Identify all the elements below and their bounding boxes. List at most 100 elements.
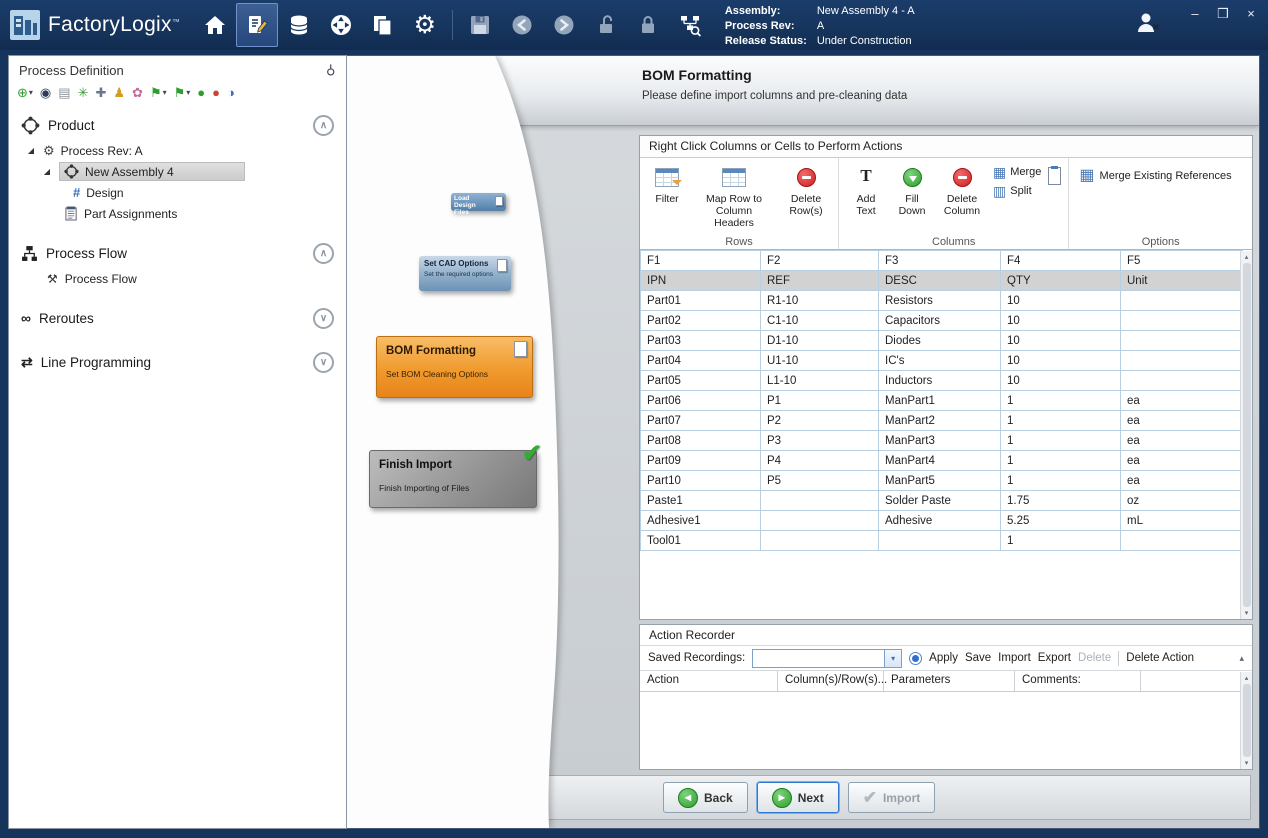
scroll-thumb[interactable] (1243, 684, 1251, 757)
materials-button[interactable] (278, 3, 320, 47)
table-cell[interactable]: ea (1121, 471, 1243, 491)
table-cell[interactable]: 1 (1001, 431, 1121, 451)
tree-section-line-programming[interactable]: ⇄ Line Programming ∨ (9, 347, 346, 377)
table-cell[interactable]: 1 (1001, 411, 1121, 431)
table-cell[interactable] (761, 491, 879, 511)
export-flag-button[interactable]: ⚑▾ (150, 86, 167, 100)
workflow-step-cad-options[interactable]: Set CAD Options Set the required options (419, 256, 511, 291)
table-cell[interactable]: 10 (1001, 351, 1121, 371)
web-link-icon[interactable]: ◉ (40, 86, 51, 100)
table-cell[interactable]: ea (1121, 391, 1243, 411)
tree-item-process-flow[interactable]: ⚒ Process Flow (9, 268, 346, 289)
scroll-thumb[interactable] (1243, 263, 1251, 607)
table-row[interactable]: Part05L1-10Inductors10 (641, 371, 1243, 391)
start-icon[interactable]: ● (197, 86, 205, 100)
filter-button[interactable]: Filter (644, 161, 690, 208)
merge-existing-references-button[interactable]: ▦ Merge Existing References (1073, 161, 1237, 191)
table-cell[interactable] (1121, 371, 1243, 391)
table-cell[interactable]: Capacitors (879, 311, 1001, 331)
table-row[interactable]: Part10P5ManPart51ea (641, 471, 1243, 491)
selected-tree-item[interactable]: New Assembly 4 (59, 162, 245, 181)
map-row-button[interactable]: Map Row to Column Headers (690, 161, 778, 232)
table-cell[interactable]: ManPart4 (879, 451, 1001, 471)
table-cell[interactable]: Inductors (879, 371, 1001, 391)
table-cell[interactable]: ManPart2 (879, 411, 1001, 431)
table-cell[interactable]: P4 (761, 451, 879, 471)
column-header[interactable]: F5 (1121, 251, 1243, 271)
table-cell[interactable]: REF (761, 271, 879, 291)
tree-item-part-assignments[interactable]: Part Assignments (9, 203, 346, 224)
table-cell[interactable]: ea (1121, 431, 1243, 451)
table-cell[interactable]: Part01 (641, 291, 761, 311)
delete-action-button[interactable]: Delete Action (1126, 652, 1194, 664)
pin-icon[interactable]: ⚲ (326, 62, 336, 78)
scroll-up-icon[interactable]: ▴ (1245, 674, 1249, 682)
table-cell[interactable]: R1-10 (761, 291, 879, 311)
table-cell[interactable]: P2 (761, 411, 879, 431)
table-cell[interactable]: P5 (761, 471, 879, 491)
record-icon[interactable]: ● (212, 86, 220, 100)
tree-item-assembly[interactable]: ◢ New Assembly 4 (9, 161, 346, 182)
column-header[interactable]: F2 (761, 251, 879, 271)
table-row[interactable]: Part07P2ManPart21ea (641, 411, 1243, 431)
table-cell[interactable]: Paste1 (641, 491, 761, 511)
save-button[interactable] (459, 3, 501, 47)
navigate-button[interactable] (320, 3, 362, 47)
table-cell[interactable]: 10 (1001, 291, 1121, 311)
table-cell[interactable]: ea (1121, 411, 1243, 431)
table-cell[interactable]: IPN (641, 271, 761, 291)
pause-icon[interactable]: ◑ (227, 86, 235, 100)
table-row[interactable]: Part08P3ManPart31ea (641, 431, 1243, 451)
column-header[interactable]: F4 (1001, 251, 1121, 271)
recorder-column-header[interactable]: Action (640, 671, 778, 691)
merge-button[interactable]: ▦ Merge (993, 165, 1041, 179)
home-button[interactable] (194, 3, 236, 47)
table-cell[interactable]: 10 (1001, 311, 1121, 331)
table-row[interactable]: Tool011 (641, 531, 1243, 551)
table-header-row[interactable]: F1F2F3F4F5 (641, 251, 1243, 271)
table-cell[interactable]: 1 (1001, 531, 1121, 551)
saved-recordings-select[interactable]: ▾ (752, 649, 902, 668)
table-cell[interactable] (1121, 311, 1243, 331)
table-row[interactable]: Part02C1-10Capacitors10 (641, 311, 1243, 331)
back-nav-button[interactable] (501, 3, 543, 47)
find-structure-button[interactable] (669, 3, 711, 47)
delete-column-button[interactable]: Delete Column (935, 161, 989, 220)
scroll-down-icon[interactable]: ▾ (1245, 759, 1249, 767)
collapse-recorder-icon[interactable]: ▴ (1239, 653, 1244, 664)
table-cell[interactable]: 1.75 (1001, 491, 1121, 511)
table-cell[interactable]: Part10 (641, 471, 761, 491)
unlock-button[interactable] (585, 3, 627, 47)
import-flag-button[interactable]: ⚑▾ (174, 86, 191, 100)
combo-dropdown-icon[interactable]: ▾ (884, 650, 901, 667)
table-cell[interactable]: D1-10 (761, 331, 879, 351)
table-cell[interactable] (1121, 531, 1243, 551)
back-button[interactable]: ◀ Back (663, 782, 748, 813)
tree-section-product[interactable]: Product ∧ (9, 110, 346, 140)
table-cell[interactable]: Part04 (641, 351, 761, 371)
split-button[interactable]: ▥ Split (993, 184, 1041, 198)
table-cell[interactable]: ManPart1 (879, 391, 1001, 411)
user-logout-button[interactable] (1134, 10, 1164, 41)
table-row[interactable]: Part01R1-10Resistors10 (641, 291, 1243, 311)
expand-down-icon[interactable]: ∨ (313, 308, 334, 329)
export-recording-button[interactable]: Export (1038, 652, 1071, 664)
tools-icon[interactable]: ✚ (95, 86, 106, 100)
table-cell[interactable]: oz (1121, 491, 1243, 511)
minimize-button[interactable]: – (1188, 6, 1202, 22)
table-row[interactable]: Part06P1ManPart11ea (641, 391, 1243, 411)
table-cell[interactable]: 10 (1001, 331, 1121, 351)
table-cell[interactable]: ManPart5 (879, 471, 1001, 491)
recorder-column-header[interactable]: Comments: (1015, 671, 1141, 691)
expand-icon[interactable]: ◢ (25, 146, 37, 155)
table-cell[interactable]: Diodes (879, 331, 1001, 351)
table-cell[interactable]: DESC (879, 271, 1001, 291)
table-cell[interactable]: Part08 (641, 431, 761, 451)
collapse-up-icon[interactable]: ∧ (313, 115, 334, 136)
close-button[interactable]: × (1244, 6, 1258, 22)
table-cell[interactable]: Part02 (641, 311, 761, 331)
table-cell[interactable]: Part05 (641, 371, 761, 391)
table-cell[interactable]: U1-10 (761, 351, 879, 371)
table-cell[interactable]: 1 (1001, 391, 1121, 411)
scroll-up-icon[interactable]: ▴ (1245, 253, 1249, 261)
